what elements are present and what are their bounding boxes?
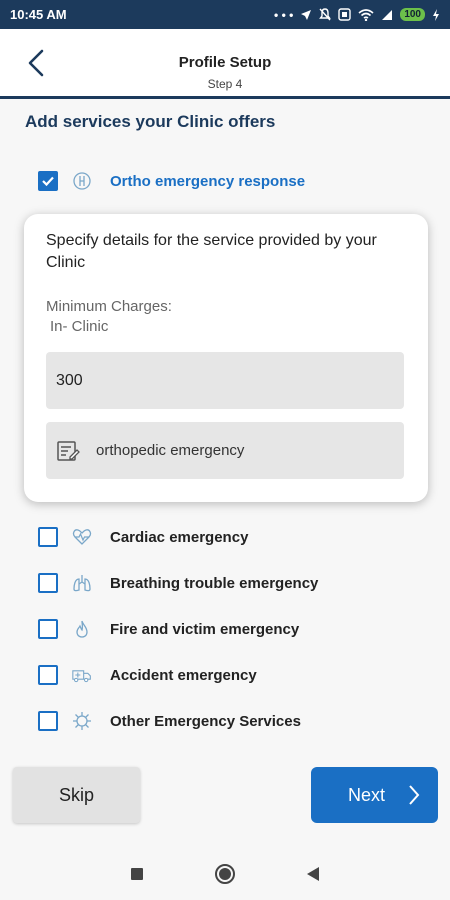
description-field[interactable]: orthopedic emergency [46, 422, 404, 479]
page-title: Profile Setup [178, 54, 272, 71]
charging-icon [433, 8, 439, 21]
system-nav-bar [0, 848, 450, 900]
ambulance-icon [72, 665, 92, 685]
cardiac-checkbox[interactable] [38, 527, 58, 547]
charges-label: Minimum Charges: [46, 298, 172, 315]
service-row-other[interactable]: Other Emergency Services [38, 706, 301, 736]
fire-checkbox[interactable] [38, 619, 58, 639]
mute-icon [319, 8, 332, 21]
service-label: Accident emergency [110, 666, 257, 684]
wifi-icon [358, 8, 374, 21]
home-icon[interactable] [214, 863, 236, 885]
service-details-card: Specify details for the service provided… [24, 214, 428, 502]
status-icons: • • • 100 [274, 8, 440, 22]
breathing-checkbox[interactable] [38, 573, 58, 593]
recents-icon[interactable] [130, 867, 144, 881]
checkmark-icon [42, 176, 54, 187]
other-checkbox[interactable] [38, 711, 58, 731]
service-row-breathing[interactable]: Breathing trouble emergency [38, 568, 318, 598]
description-text: orthopedic emergency [96, 442, 245, 459]
service-label: Fire and victim emergency [110, 620, 300, 638]
data-saver-icon [338, 8, 352, 21]
page-step: Step 4 [207, 77, 243, 91]
accident-checkbox[interactable] [38, 665, 58, 685]
service-row-cardiac[interactable]: Cardiac emergency [38, 522, 248, 552]
signal-icon [382, 9, 393, 20]
virus-icon [72, 711, 92, 731]
back-nav-icon[interactable] [306, 866, 320, 882]
ortho-label: Ortho emergency response [110, 172, 306, 190]
charges-input[interactable] [46, 352, 404, 409]
ortho-checkbox[interactable] [38, 171, 58, 191]
status-time: 10:45 AM [10, 7, 67, 22]
more-notifications-icon: • • • [274, 7, 294, 22]
service-row-fire[interactable]: Fire and victim emergency [38, 614, 299, 644]
battery-level: 100 [400, 8, 425, 21]
note-edit-icon [57, 440, 80, 461]
card-heading: Specify details for the service provided… [46, 232, 377, 271]
ortho-icon [72, 171, 92, 191]
chevron-right-icon [409, 785, 420, 805]
section-title: Add services your Clinic offers [25, 112, 276, 131]
location-icon [301, 9, 312, 20]
next-button[interactable]: Next [311, 767, 438, 823]
service-label: Breathing trouble emergency [110, 574, 319, 592]
service-row-ortho[interactable]: Ortho emergency response [38, 166, 305, 196]
heart-pulse-icon [72, 527, 92, 547]
next-label: Next [347, 784, 385, 805]
lungs-icon [72, 573, 92, 593]
fire-icon [72, 619, 92, 639]
skip-button[interactable]: Skip [13, 767, 140, 823]
service-row-accident[interactable]: Accident emergency [38, 660, 257, 690]
service-label: Other Emergency Services [110, 712, 301, 730]
status-bar: 10:45 AM • • • 100 [0, 0, 450, 29]
service-label: Cardiac emergency [110, 528, 249, 546]
charges-sublabel: In- Clinic [50, 318, 109, 335]
app-header: Profile Setup Step 4 [0, 29, 450, 99]
